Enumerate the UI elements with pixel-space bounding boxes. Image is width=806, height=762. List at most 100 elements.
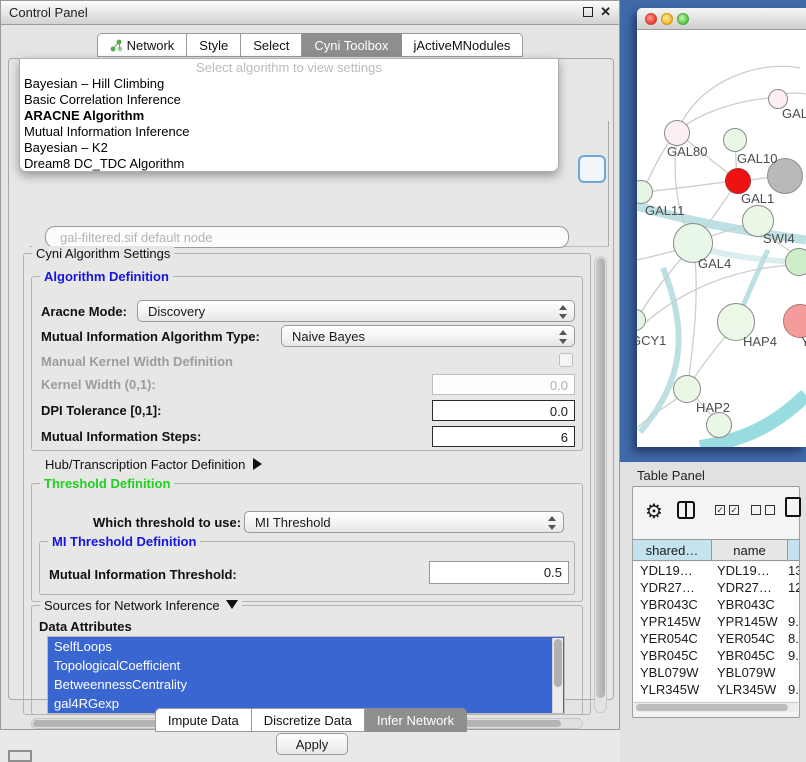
float-window-icon[interactable] (583, 7, 593, 17)
kernel-width-field[interactable]: 0.0 (432, 374, 575, 395)
network-canvas[interactable]: GAL GAL80 GAL10 GAL1 GAL11 SWI4 GAL4 GCY… (637, 30, 806, 447)
list-item[interactable]: TopologicalCoefficient (48, 656, 564, 675)
node-label: HAP4 (743, 334, 777, 349)
gear-icon[interactable]: ⚙ (645, 499, 663, 524)
hub-definition-toggle[interactable]: Hub/Transcription Factor Definition (45, 457, 262, 472)
zoom-traffic-light-icon[interactable] (677, 13, 689, 25)
manual-kernel-checkbox[interactable] (559, 353, 573, 367)
mi-threshold-label: Mutual Information Threshold: (49, 567, 237, 582)
select-all-checkbox-icon[interactable]: ✓ (729, 505, 739, 515)
dpi-tolerance-field[interactable]: 0.0 (432, 400, 575, 421)
table-body[interactable]: YDL19…YDL19…13 YDR27…YDR27…12 YBR043CYBR… (633, 562, 799, 701)
cell-extra: 9. (788, 681, 799, 698)
table-row[interactable]: YBL079WYBL079W (633, 664, 799, 681)
data-attributes-list[interactable]: SelfLoops TopologicalCoefficient Between… (47, 636, 565, 714)
close-traffic-light-icon[interactable] (645, 13, 657, 25)
network-view-window[interactable]: GAL GAL80 GAL10 GAL1 GAL11 SWI4 GAL4 GCY… (637, 8, 806, 447)
column-header-clipped[interactable] (788, 540, 799, 560)
cell-name: YBR045C (712, 647, 788, 664)
cell-name: YLR345W (712, 681, 788, 698)
combo-arrows-icon (559, 305, 567, 319)
mi-type-value: Naive Bayes (292, 329, 365, 344)
node-label: GAL1 (741, 191, 774, 206)
table-row[interactable]: YDL19…YDL19…13 (633, 562, 799, 579)
deselect-all-checkbox-icon[interactable] (765, 505, 775, 515)
network-node[interactable] (785, 248, 806, 276)
dropdown-item-selected[interactable]: ARACNE Algorithm (20, 108, 558, 124)
control-panel-titlebar[interactable]: Control Panel ✕ (1, 1, 619, 25)
column-layout-icon[interactable] (677, 501, 695, 519)
network-node-gal10[interactable] (723, 128, 747, 152)
minimized-panel-grip[interactable] (8, 750, 32, 762)
deselect-all-checkbox-icon[interactable] (751, 505, 761, 515)
bottom-tabbar: Impute Data Discretize Data Infer Networ… (1, 708, 621, 732)
algorithm-dropdown-popup: Select algorithm to view settings Bayesi… (19, 58, 559, 172)
mi-steps-label: Mutual Information Steps: (41, 429, 201, 444)
mi-threshold-group-title: MI Threshold Definition (48, 534, 200, 549)
dropdown-item[interactable]: Dream8 DC_TDC Algorithm (20, 156, 558, 172)
settings-vertical-scrollbar[interactable] (594, 256, 607, 713)
network-selector-combobox[interactable]: gal-filtered.sif default node (45, 226, 569, 248)
dropdown-item[interactable]: Mutual Information Inference (20, 124, 558, 140)
control-panel-title: Control Panel (9, 5, 88, 20)
table-row[interactable]: YBR043CYBR043C (633, 596, 799, 613)
list-item[interactable]: SelfLoops (48, 637, 564, 656)
list-item[interactable]: BetweennessCentrality (48, 675, 564, 694)
table-row[interactable]: YER054CYER054C8. (633, 630, 799, 647)
cell-name: YDR27… (712, 579, 788, 596)
aracne-mode-label: Aracne Mode: (41, 304, 127, 319)
table-row[interactable]: YLR345WYLR345W9. (633, 681, 799, 698)
cell-name: YBR043C (712, 596, 788, 613)
close-icon[interactable]: ✕ (600, 4, 611, 20)
dropdown-item[interactable]: Basic Correlation Inference (20, 92, 558, 108)
cell-shared: YDR27… (633, 579, 712, 596)
focused-combo-fragment[interactable] (578, 155, 606, 183)
minimize-traffic-light-icon[interactable] (661, 13, 673, 25)
mi-steps-field[interactable]: 6 (432, 426, 575, 447)
network-node-hap2[interactable] (673, 375, 701, 403)
collapsed-arrow-icon (253, 458, 262, 470)
column-header-shared-name[interactable]: shared… (633, 540, 712, 560)
node-label: SWI4 (763, 231, 795, 246)
table-header-row: shared… name (633, 539, 799, 561)
mi-type-combobox[interactable]: Naive Bayes (281, 325, 575, 347)
tab-select[interactable]: Select (241, 33, 302, 57)
network-node-gal80[interactable] (664, 120, 690, 146)
sources-group-title[interactable]: Sources for Network Inference (40, 598, 242, 613)
column-header-name[interactable]: name (712, 540, 788, 560)
list-vertical-scrollbar[interactable] (552, 638, 563, 714)
table-horizontal-scrollbar[interactable] (634, 702, 798, 712)
tab-jactivemnodules[interactable]: jActiveMNodules (402, 33, 524, 57)
cell-shared: YBR043C (633, 596, 712, 613)
mi-threshold-field[interactable]: 0.5 (429, 561, 569, 584)
scrollbar-thumb[interactable] (554, 639, 562, 687)
network-node[interactable] (706, 412, 732, 438)
select-all-checkbox-icon[interactable]: ✓ (715, 505, 725, 515)
apply-button[interactable]: Apply (276, 733, 348, 755)
table-row[interactable]: YPR145WYPR145W9. (633, 613, 799, 630)
control-panel-tabbar: Network Style Select Cyni Toolbox jActiv… (1, 33, 619, 57)
tab-discretize-data[interactable]: Discretize Data (252, 708, 365, 732)
new-table-icon[interactable] (785, 497, 801, 517)
combo-arrows-icon (559, 330, 567, 344)
aracne-mode-combobox[interactable]: Discovery (137, 300, 575, 322)
table-row[interactable]: YDR27…YDR27…12 (633, 579, 799, 596)
tab-style[interactable]: Style (187, 33, 241, 57)
dropdown-item[interactable]: Bayesian – Hill Climbing (20, 76, 558, 92)
dropdown-item[interactable]: Bayesian – K2 (20, 140, 558, 156)
table-row[interactable]: YIL052CYIL052C9 (633, 698, 799, 701)
tab-cyni-toolbox[interactable]: Cyni Toolbox (302, 33, 401, 57)
node-label: HAP2 (696, 400, 730, 415)
table-panel-title: Table Panel (637, 468, 705, 483)
scrollbar-thumb[interactable] (596, 258, 605, 698)
tab-network-label: Network (127, 38, 175, 53)
cell-shared: YLR345W (633, 681, 712, 698)
which-threshold-combobox[interactable]: MI Threshold (244, 511, 564, 533)
cell-name: YDL19… (712, 562, 788, 579)
table-row[interactable]: YBR045CYBR045C9. (633, 647, 799, 664)
network-window-titlebar[interactable] (637, 8, 806, 30)
scrollbar-thumb[interactable] (636, 704, 788, 711)
tab-network[interactable]: Network (97, 33, 188, 57)
tab-infer-network[interactable]: Infer Network (365, 708, 467, 732)
tab-impute-data[interactable]: Impute Data (155, 708, 252, 732)
